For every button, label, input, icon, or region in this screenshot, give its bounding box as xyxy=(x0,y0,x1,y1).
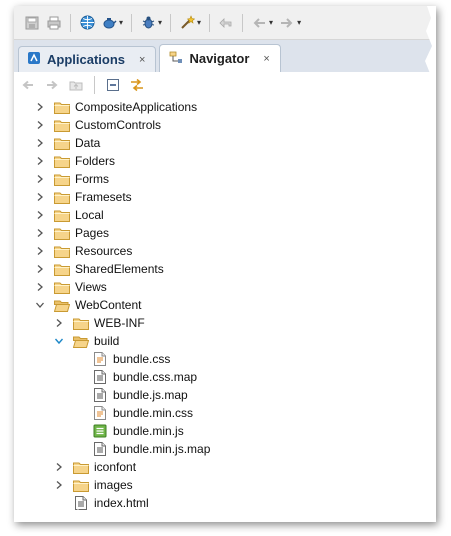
navigator-panel-frame: ▾ ▾ ▾ ▾ ▾ Applications × Navigator × Com… xyxy=(14,6,436,522)
torn-edge-decoration xyxy=(14,6,436,522)
